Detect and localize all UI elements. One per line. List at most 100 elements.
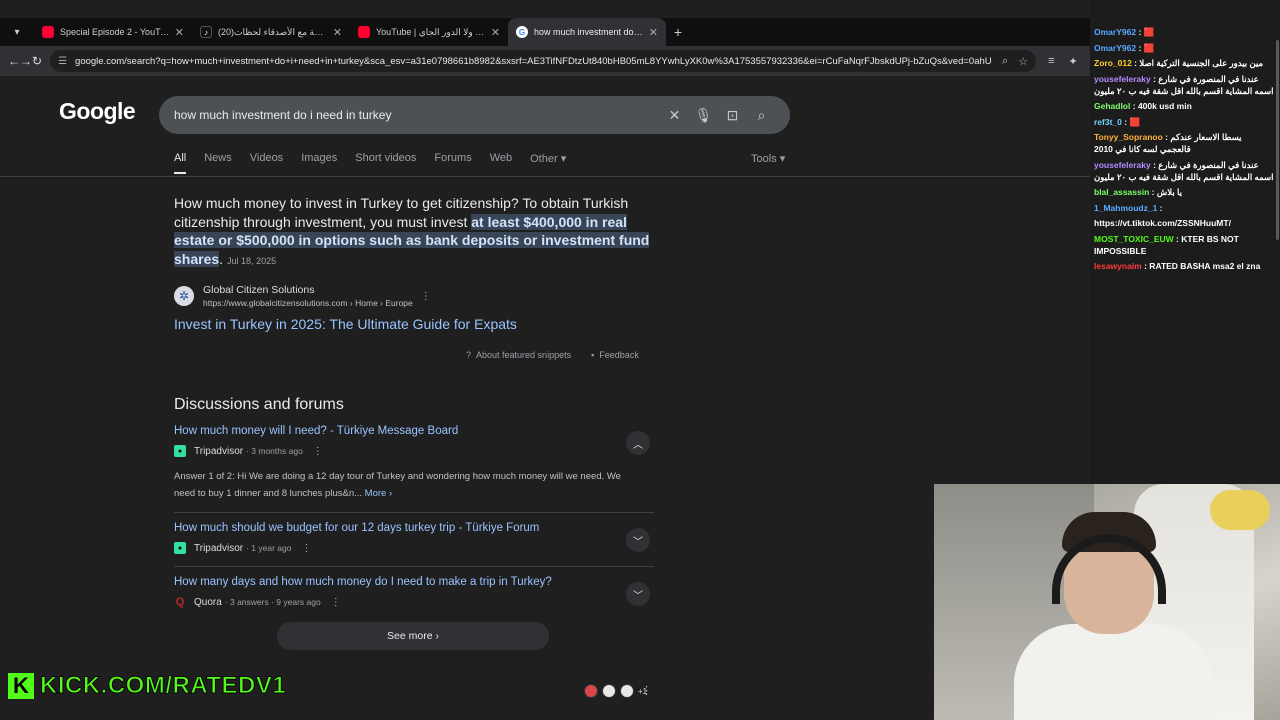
avatar bbox=[620, 684, 634, 698]
discussion-link[interactable]: How many days and how much money do I ne… bbox=[174, 576, 654, 588]
new-tab-button[interactable]: + bbox=[666, 24, 690, 40]
chat-text: : bbox=[1159, 202, 1163, 213]
avatar bbox=[602, 684, 616, 698]
avatar-stack[interactable]: +1 bbox=[584, 684, 647, 698]
chat-username[interactable]: Tonyy_Sopranoo bbox=[1094, 132, 1163, 142]
chevron-down-icon[interactable]: ﹀ bbox=[626, 528, 650, 552]
filter-news[interactable]: News bbox=[204, 152, 232, 174]
more-options-icon[interactable]: ⋮ bbox=[331, 597, 341, 608]
filter-other[interactable]: Other ▾ bbox=[530, 152, 566, 174]
chat-message: OmarY962 : 🟥 bbox=[1094, 42, 1274, 54]
discussion-item: How many days and how much money do I ne… bbox=[174, 576, 654, 608]
close-icon[interactable]: ✕ bbox=[175, 26, 184, 39]
tiktok-icon: ♪ bbox=[200, 26, 212, 38]
filter-videos[interactable]: Videos bbox=[250, 152, 283, 174]
more-options-icon[interactable]: ⋮ bbox=[301, 543, 311, 554]
chat-username[interactable]: blal_assassin bbox=[1094, 187, 1149, 197]
back-icon[interactable]: ← bbox=[8, 54, 20, 68]
tab-title: (20)مضحة مع الأصدقاء لحظات bbox=[218, 26, 329, 37]
extensions-icon[interactable]: ✦ bbox=[1068, 55, 1077, 68]
chat-message: Gehadlol : 400k usd min bbox=[1094, 100, 1274, 112]
filter-web[interactable]: Web bbox=[490, 152, 512, 174]
close-icon[interactable]: ✕ bbox=[333, 26, 342, 39]
chat-username[interactable]: OmarY962 bbox=[1094, 43, 1136, 53]
chat-message: yousefeleraky : عندنا في المنصورة في شار… bbox=[1094, 159, 1274, 183]
discussion-site: Quora bbox=[194, 596, 222, 608]
chevron-down-icon[interactable]: ﹀ bbox=[626, 582, 650, 606]
more-options-icon[interactable]: ⋮ bbox=[421, 291, 431, 302]
close-icon[interactable]: ✕ bbox=[491, 26, 500, 39]
about-snippets-link[interactable]: ? About featured snippets bbox=[466, 350, 571, 360]
snippet-text-end: . bbox=[219, 250, 224, 267]
browser-tab-active[interactable]: G how much investment do i nee ✕ bbox=[508, 18, 666, 46]
feedback-label: Feedback bbox=[599, 350, 639, 360]
chat-text: : 🟥 bbox=[1124, 116, 1141, 127]
bookmark-star-icon[interactable]: ☆ bbox=[1018, 55, 1028, 68]
chat-text: : 400k usd min bbox=[1132, 101, 1192, 111]
discussion-meta: · 3 months ago bbox=[246, 446, 303, 456]
filter-short-videos[interactable]: Short videos bbox=[355, 152, 416, 174]
browser-tab[interactable]: YouTube | جاي ولا الدور الجاي - ✕ bbox=[350, 18, 508, 46]
discussion-link[interactable]: How much money will I need? - Türkiye Me… bbox=[174, 425, 654, 437]
discussion-link[interactable]: How much should we budget for our 12 day… bbox=[174, 522, 654, 534]
chat-username[interactable]: OmarY962 bbox=[1094, 27, 1136, 37]
browser-tab[interactable]: Special Episode 2 - YouTube ✕ bbox=[34, 18, 192, 46]
feedback-link[interactable]: ▪ Feedback bbox=[591, 350, 639, 360]
clear-icon[interactable]: ✕ bbox=[660, 107, 689, 124]
tripadvisor-icon: ● bbox=[174, 542, 186, 554]
camera-lens-icon[interactable]: ⊡ bbox=[718, 107, 747, 124]
stream-chat: OmarY962 : 🟥 OmarY962 : 🟥 Zoro_012 : مين ب… bbox=[1090, 0, 1280, 484]
filter-forums[interactable]: Forums bbox=[434, 152, 471, 174]
tab-title: YouTube | جاي ولا الدور الجاي - bbox=[376, 26, 487, 37]
more-options-icon[interactable]: ⋮ bbox=[313, 446, 323, 457]
browser-tab[interactable]: ♪ (20)مضحة مع الأصدقاء لحظات ✕ bbox=[192, 18, 350, 46]
google-logo[interactable]: Google bbox=[59, 98, 136, 125]
address-bar[interactable]: ☰ google.com/search?q=how+much+investmen… bbox=[50, 50, 1037, 72]
chat-username[interactable]: yousefeleraky bbox=[1094, 74, 1151, 84]
reading-list-icon[interactable]: ≡ bbox=[1048, 55, 1054, 67]
chat-username[interactable]: Zoro_012 bbox=[1094, 58, 1132, 68]
tab-strip: ▾ Special Episode 2 - YouTube ✕ ♪ (20)مض… bbox=[0, 18, 1090, 46]
chat-text: : RATED BASHA msa2 el zna bbox=[1144, 261, 1261, 271]
result-source[interactable]: ✲ Global Citizen Solutions https://www.g… bbox=[174, 284, 431, 308]
discussion-site: Tripadvisor bbox=[194, 445, 244, 457]
chat-scrollbar[interactable] bbox=[1276, 40, 1279, 240]
divider bbox=[174, 512, 654, 513]
more-options-icon[interactable]: ⋮ bbox=[641, 684, 652, 697]
forward-icon[interactable]: → bbox=[20, 54, 32, 68]
chat-username[interactable]: MOST_TOXIC_EUW bbox=[1094, 234, 1174, 244]
search-box[interactable]: how much investment do i need in turkey … bbox=[159, 96, 790, 134]
chat-text: https://vt.tiktok.com/ZSSNHuuMT/ bbox=[1094, 218, 1231, 228]
webcam-overlay bbox=[934, 484, 1280, 720]
discussion-meta: · 1 year ago bbox=[246, 543, 292, 553]
chevron-up-icon[interactable]: ︿ bbox=[626, 431, 650, 455]
tab-search-menu[interactable]: ▾ bbox=[0, 18, 34, 46]
chat-text: : 🟥 bbox=[1138, 42, 1155, 53]
chat-username[interactable]: lesawynaim bbox=[1094, 261, 1142, 271]
search-filters: All News Videos Images Short videos Foru… bbox=[174, 152, 584, 174]
source-name: Global Citizen Solutions bbox=[203, 284, 315, 296]
discussion-meta: · 3 answers · 9 years ago bbox=[224, 597, 321, 607]
globe-icon: ✲ bbox=[174, 286, 194, 306]
chat-username[interactable]: yousefeleraky bbox=[1094, 160, 1151, 170]
tripadvisor-icon: ● bbox=[174, 445, 186, 457]
about-label: About featured snippets bbox=[476, 350, 572, 360]
chat-message-list: OmarY962 : 🟥 OmarY962 : 🟥 Zoro_012 : مين ب… bbox=[1094, 26, 1274, 272]
zoom-icon[interactable]: ⌕ bbox=[1002, 55, 1008, 68]
filter-images[interactable]: Images bbox=[301, 152, 337, 174]
microphone-icon[interactable]: 🎙︎ bbox=[689, 107, 718, 124]
site-settings-icon[interactable]: ☰ bbox=[58, 56, 67, 67]
close-icon[interactable]: ✕ bbox=[649, 26, 658, 39]
chat-username[interactable]: 1_Mahmoudz_1 bbox=[1094, 203, 1157, 213]
tools-button[interactable]: Tools ▾ bbox=[751, 152, 785, 165]
reload-icon[interactable]: ↻ bbox=[32, 54, 42, 68]
chat-username[interactable]: Gehadlol bbox=[1094, 101, 1130, 111]
result-link[interactable]: Invest in Turkey in 2025: The Ultimate G… bbox=[174, 316, 517, 332]
search-icon[interactable]: ⌕ bbox=[747, 107, 776, 124]
see-more-button[interactable]: See more › bbox=[277, 622, 549, 650]
divider bbox=[174, 566, 654, 567]
chat-username[interactable]: ref3t_0 bbox=[1094, 117, 1122, 127]
filter-all[interactable]: All bbox=[174, 152, 187, 174]
more-link[interactable]: More › bbox=[365, 488, 392, 499]
search-input[interactable]: how much investment do i need in turkey bbox=[174, 108, 660, 122]
